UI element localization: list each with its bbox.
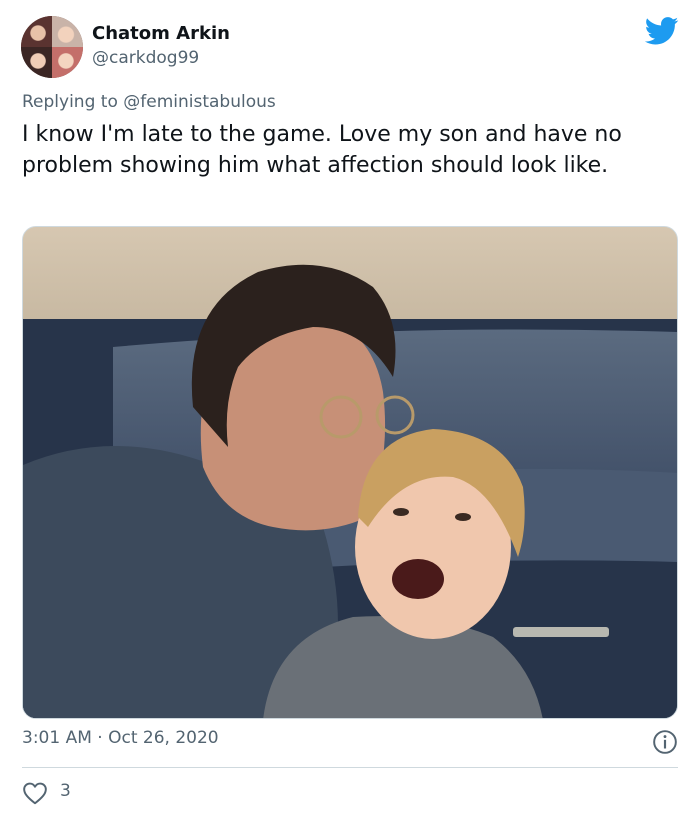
photo-illustration [23,227,677,718]
divider [22,767,678,768]
like-count: 3 [60,781,71,801]
tweet-photo[interactable] [22,226,678,719]
user-handle[interactable]: @carkdog99 [92,48,199,68]
avatar[interactable] [21,16,83,78]
display-name[interactable]: Chatom Arkin [92,23,230,44]
twitter-bird-icon[interactable] [645,17,679,45]
tweet-time: 3:01 AM [22,728,92,748]
reply-mention-link[interactable]: @feministabulous [123,92,276,112]
boy-eye [455,513,471,521]
boy-eye [393,508,409,516]
tweet-date: Oct 26, 2020 [108,728,219,748]
drawer-handle [513,627,609,637]
avatar-quadrant [21,47,52,78]
avatar-quadrant [52,47,83,78]
avatar-quadrant [52,16,83,47]
boy-open-mouth [392,559,444,599]
tweet-card: Chatom Arkin @carkdog99 Replying to @fem… [0,0,700,821]
tweet-text: I know I'm late to the game. Love my son… [22,122,622,178]
avatar-quadrant [21,16,52,47]
reply-prefix: Replying to [22,92,118,112]
info-icon[interactable] [652,729,678,755]
reply-context: Replying to @feministabulous [22,92,276,112]
timestamp[interactable]: 3:01 AM · Oct 26, 2020 [22,728,219,748]
heart-icon[interactable] [22,781,48,805]
meta-separator: · [97,728,103,748]
